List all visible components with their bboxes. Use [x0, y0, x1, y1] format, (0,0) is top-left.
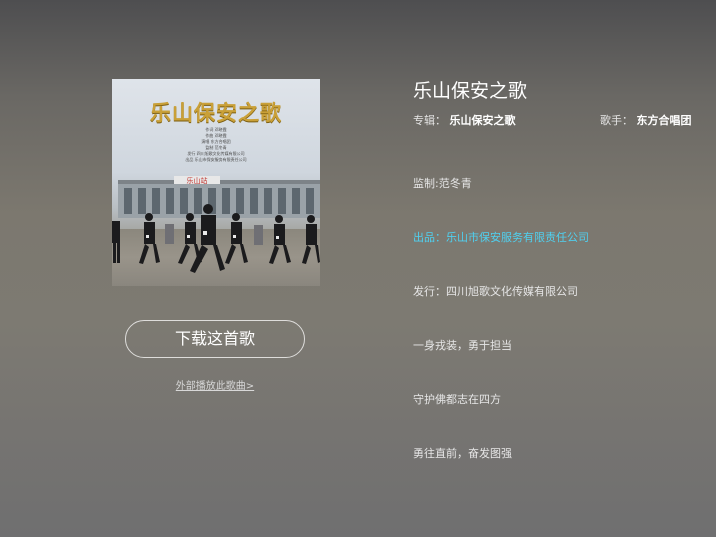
singer-label: 歌手：	[600, 114, 633, 127]
cover-credits: 作词 邓晓霞 作曲 邓晓霞 演唱 东方合唱团 监制 范冬青 发行 四川旭歌文化传…	[112, 127, 320, 163]
cover-title: 乐山保安之歌	[150, 100, 282, 125]
cover-credit-line: 出品 乐山市保安服务有限责任公司	[185, 157, 247, 162]
station-sign: 乐山站	[187, 176, 208, 185]
lyric-line-current: 出品：乐山市保安服务有限责任公司	[413, 231, 589, 244]
singer-value[interactable]: 东方合唱团	[637, 114, 692, 127]
marching-guards-image	[112, 204, 320, 273]
album-value[interactable]: 乐山保安之歌	[450, 114, 516, 127]
song-page: 乐山保安之歌 作词 邓晓霞 作曲 邓晓霞 演唱 东方合唱团 监制 范冬青 发行 …	[0, 0, 716, 537]
album-cover: 乐山保安之歌 作词 邓晓霞 作曲 邓晓霞 演唱 东方合唱团 监制 范冬青 发行 …	[112, 79, 320, 286]
external-play-link[interactable]: 外部播放此歌曲>	[125, 377, 305, 392]
download-song-button[interactable]: 下载这首歌	[125, 320, 305, 358]
lyric-line: 勇往直前，奋发图强	[413, 447, 512, 460]
album-info: 专辑： 乐山保安之歌	[413, 112, 516, 128]
singer-info: 歌手： 东方合唱团	[600, 112, 692, 128]
lyric-line: 监制:范冬青	[413, 177, 472, 190]
lyric-line: 一身戎装，勇于担当	[413, 339, 512, 352]
album-label: 专辑：	[413, 114, 446, 127]
lyric-line: 守护佛都志在四方	[413, 393, 501, 406]
lyric-line: 发行：四川旭歌文化传媒有限公司	[413, 285, 578, 298]
song-title: 乐山保安之歌	[413, 80, 528, 102]
